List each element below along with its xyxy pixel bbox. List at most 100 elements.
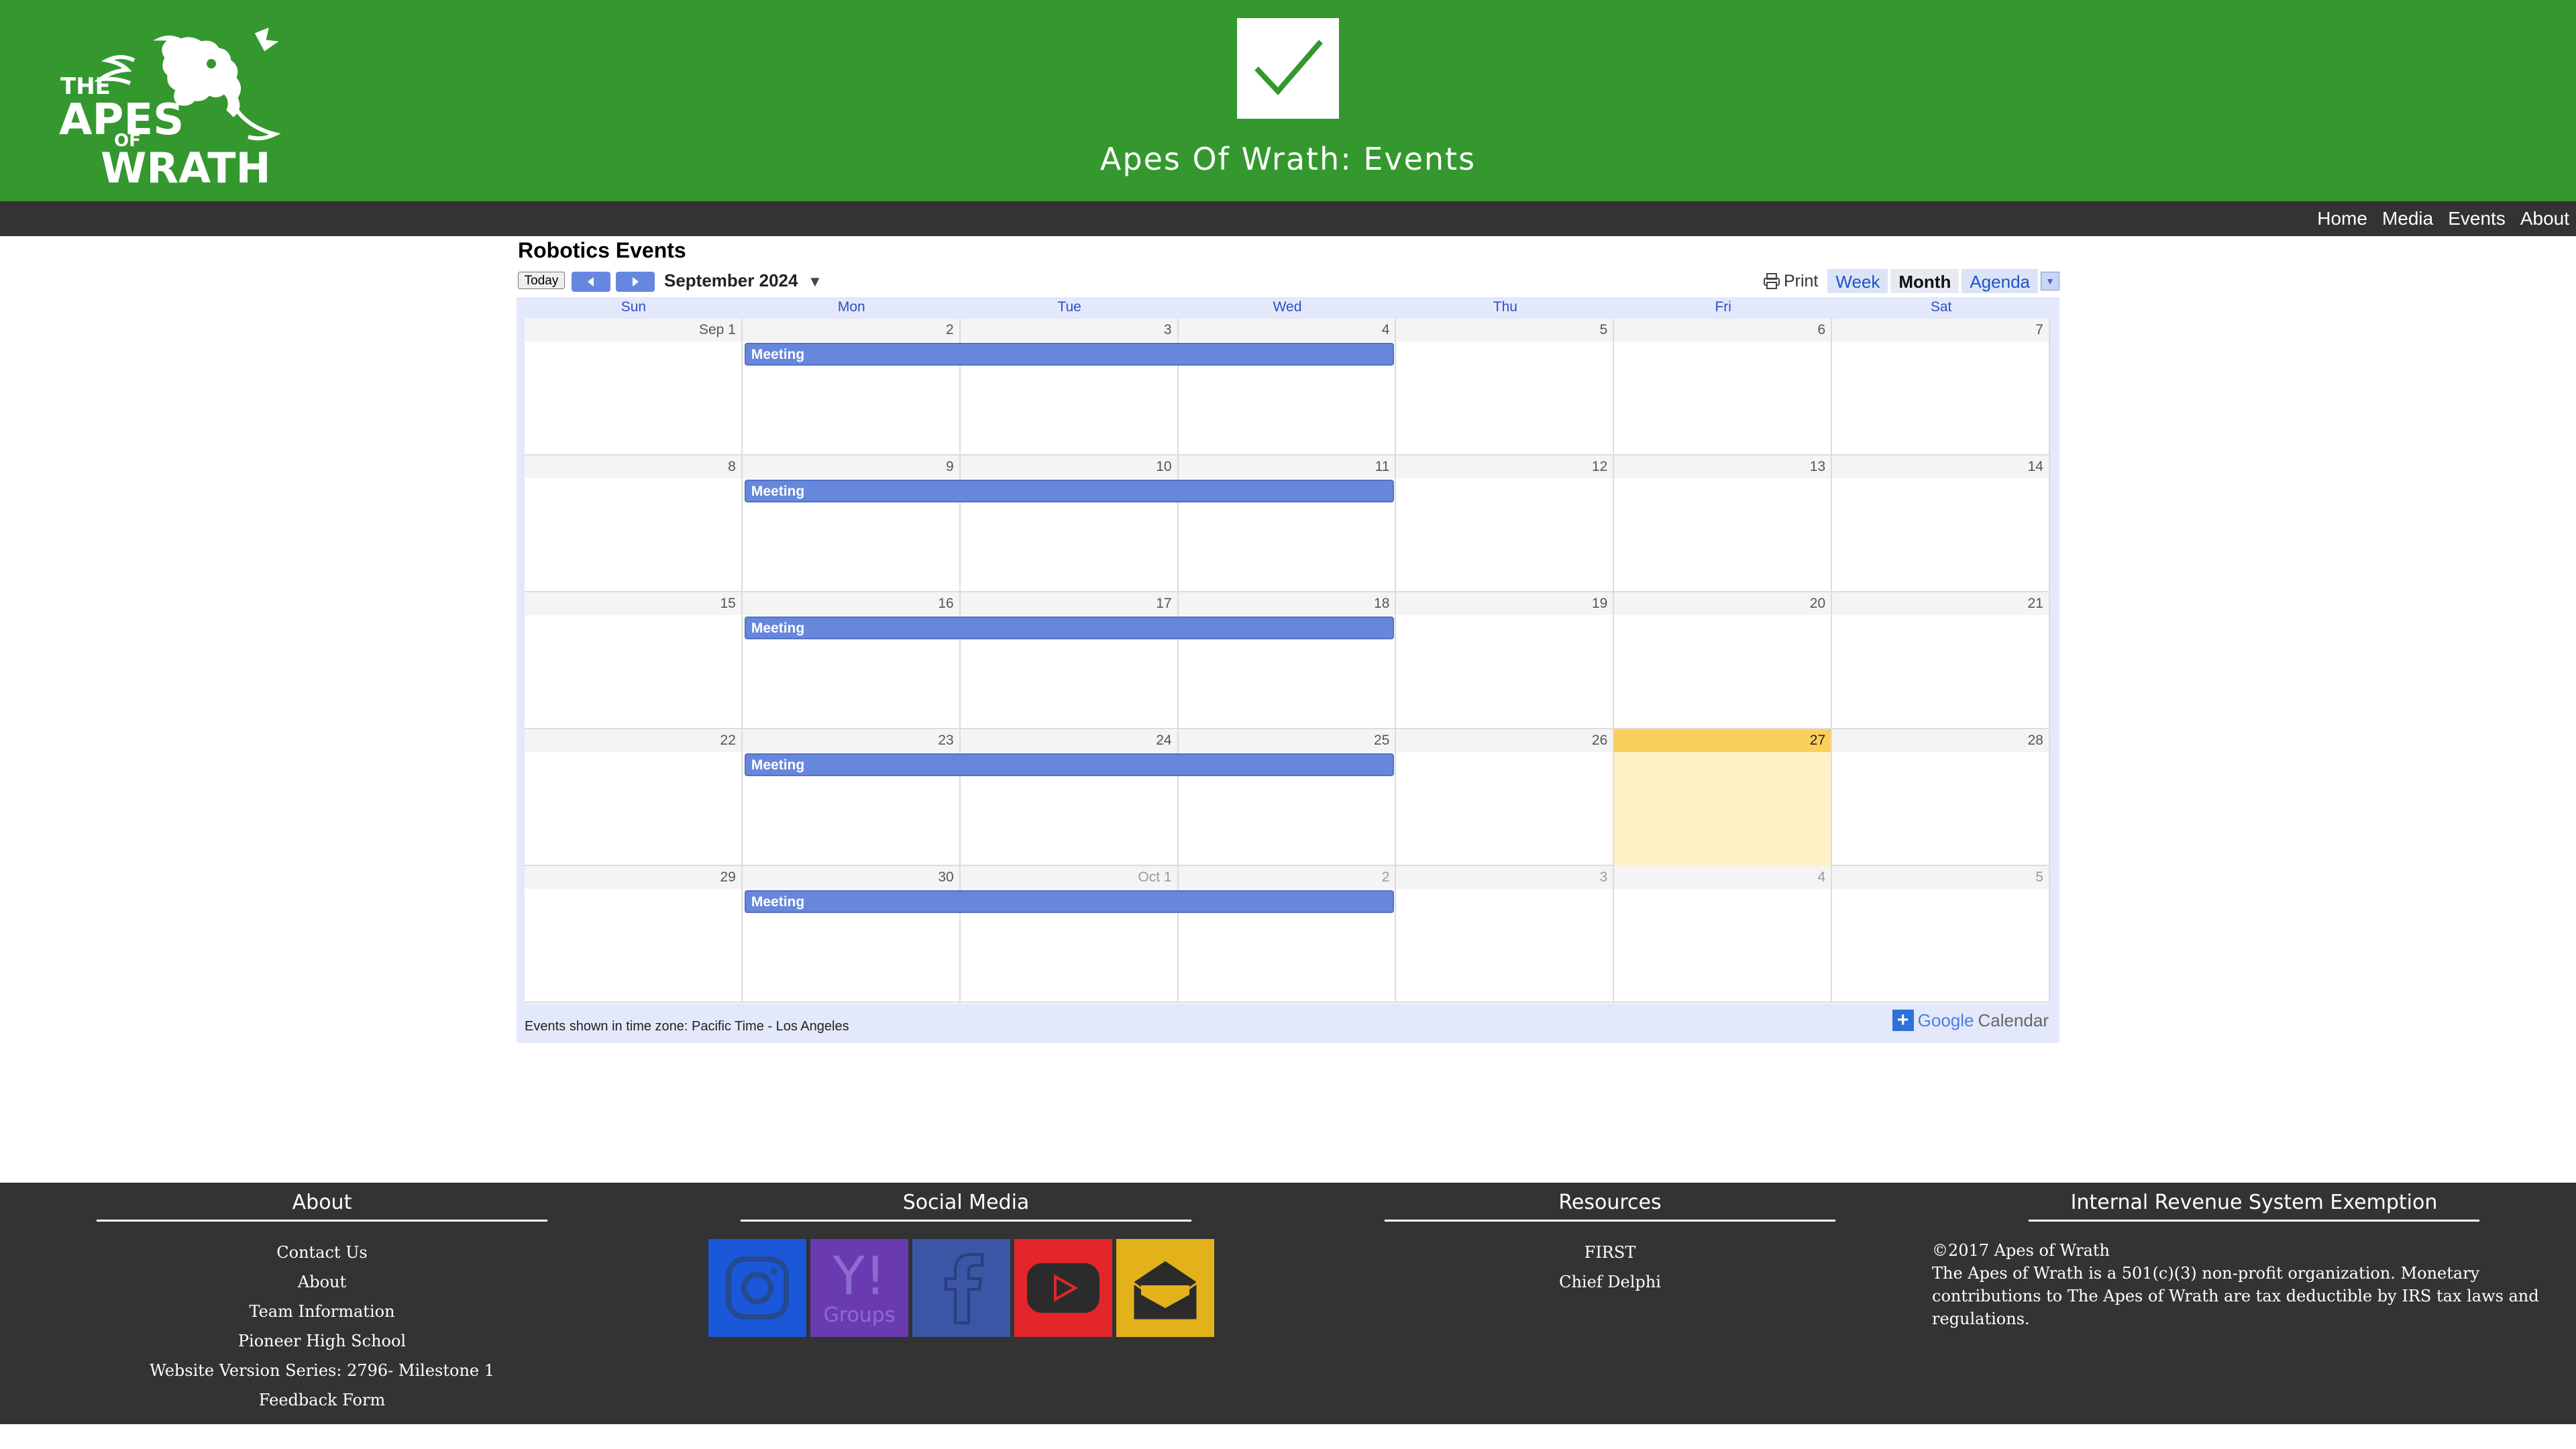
calendar-day-cell[interactable]: 12: [1396, 455, 1615, 592]
calendar-day-cell[interactable]: 25: [1178, 729, 1397, 866]
footer-link-chief-delphi[interactable]: Chief Delphi: [1385, 1267, 1835, 1297]
footer-version: Website Version Series: 2796- Milestone …: [149, 1361, 495, 1380]
calendar-day-cell[interactable]: 20: [1614, 592, 1833, 729]
calendar-day-cell[interactable]: 7: [1832, 319, 2050, 455]
calendar-day-cell[interactable]: 11: [1178, 455, 1397, 592]
instagram-icon[interactable]: [708, 1239, 806, 1337]
footer-link-feedback[interactable]: Feedback Form: [97, 1385, 547, 1415]
calendar-day-cell[interactable]: Sep 1: [525, 319, 743, 455]
day-number: 14: [1832, 455, 2049, 478]
calendar-day-cell[interactable]: 27: [1614, 729, 1833, 866]
calendar-day-cell[interactable]: 9: [742, 455, 961, 592]
today-button[interactable]: Today: [518, 272, 565, 289]
divider: [97, 1220, 547, 1222]
check-icon: [1237, 18, 1339, 119]
weekday-fri: Fri: [1715, 299, 1731, 315]
calendar-day-cell[interactable]: 17: [960, 592, 1179, 729]
calendar-day-cell[interactable]: 18: [1178, 592, 1397, 729]
tab-agenda[interactable]: Agenda: [1962, 269, 2038, 293]
yahoo-groups-icon[interactable]: Y! Groups: [810, 1239, 908, 1337]
view-controls: Print Week Month Agenda ▼: [1762, 269, 2059, 293]
facebook-icon[interactable]: [912, 1239, 1010, 1337]
calendar-day-cell[interactable]: 2: [742, 319, 961, 455]
footer-link-pioneer[interactable]: Pioneer High School: [97, 1326, 547, 1356]
day-number: 24: [960, 729, 1177, 752]
calendar-day-cell[interactable]: 3: [960, 319, 1179, 455]
day-number: 8: [525, 455, 741, 478]
calendar-day-cell[interactable]: 5: [1396, 319, 1615, 455]
tab-week[interactable]: Week: [1827, 269, 1888, 293]
calendar-day-cell[interactable]: 22: [525, 729, 743, 866]
day-number: 15: [525, 592, 741, 615]
calendar-day-cell[interactable]: 23: [742, 729, 961, 866]
day-number: 5: [1832, 866, 2049, 889]
calendar-week: 29 30 Oct 1 2 3 4 5 Meeting: [525, 866, 2050, 1003]
prev-month-button[interactable]: [572, 272, 610, 292]
footer-about: About Contact Us About Team Information …: [97, 1183, 547, 1415]
calendar-day-cell[interactable]: 28: [1832, 729, 2050, 866]
calendar-day-cell[interactable]: 24: [960, 729, 1179, 866]
view-dropdown-icon[interactable]: ▼: [2041, 272, 2059, 290]
calendar-week: 22 23 24 25 26 27 28 Meeting: [525, 729, 2050, 866]
day-number: 23: [742, 729, 959, 752]
day-number: 10: [960, 455, 1177, 478]
footer-link-team-info[interactable]: Team Information: [97, 1297, 547, 1326]
day-number: 16: [742, 592, 959, 615]
nav-home[interactable]: Home: [2317, 208, 2367, 229]
tab-month[interactable]: Month: [1890, 269, 1960, 293]
day-number: Sep 1: [525, 319, 741, 341]
plus-icon: +: [1892, 1009, 1914, 1031]
calendar-day-cell[interactable]: 4: [1614, 866, 1833, 1003]
youtube-icon[interactable]: [1014, 1239, 1112, 1337]
current-month-label[interactable]: September 2024: [664, 270, 798, 291]
footer-link-first[interactable]: FIRST: [1385, 1238, 1835, 1267]
event-meeting[interactable]: Meeting: [744, 890, 1395, 913]
footer-link-contact[interactable]: Contact Us: [97, 1238, 547, 1267]
calendar-day-cell[interactable]: Oct 1: [960, 866, 1179, 1003]
google-calendar-link[interactable]: + Google Calendar: [1892, 1009, 2049, 1031]
calendar-day-cell[interactable]: 8: [525, 455, 743, 592]
calendar-day-cell[interactable]: 4: [1178, 319, 1397, 455]
calendar-day-cell[interactable]: 10: [960, 455, 1179, 592]
calendar-day-cell[interactable]: 21: [1832, 592, 2050, 729]
calendar-day-cell[interactable]: 2: [1178, 866, 1397, 1003]
nav-events[interactable]: Events: [2448, 208, 2506, 229]
calendar-day-cell[interactable]: 14: [1832, 455, 2050, 592]
email-icon[interactable]: [1116, 1239, 1214, 1337]
calendar-day-cell[interactable]: 13: [1614, 455, 1833, 592]
calendar-day-cell[interactable]: 29: [525, 866, 743, 1003]
month-dropdown-icon[interactable]: ▼: [808, 273, 822, 290]
calendar-day-cell[interactable]: 16: [742, 592, 961, 729]
yahoo-text: Y!: [833, 1246, 886, 1307]
day-number: 3: [960, 319, 1177, 341]
event-meeting[interactable]: Meeting: [744, 480, 1395, 502]
next-month-button[interactable]: [616, 272, 655, 292]
footer-link-about[interactable]: About: [97, 1267, 547, 1297]
calendar-day-cell[interactable]: 5: [1832, 866, 2050, 1003]
google-wordmark: Google: [1917, 1010, 1974, 1030]
nav-about[interactable]: About: [2520, 208, 2569, 229]
calendar-day-cell[interactable]: 6: [1614, 319, 1833, 455]
nav-media[interactable]: Media: [2382, 208, 2433, 229]
day-number: 13: [1614, 455, 1831, 478]
day-number: 4: [1614, 866, 1831, 889]
footer-irs: Internal Revenue System Exemption ©2017 …: [1932, 1183, 2539, 1328]
calendar-toolbar: Today September 2024 ▼ Print Week Month …: [518, 269, 2059, 293]
weekday-thu: Thu: [1493, 299, 1517, 315]
footer-social: Social Media Y! Groups: [708, 1183, 1214, 1337]
event-meeting[interactable]: Meeting: [744, 343, 1395, 366]
footer-resources-heading: Resources: [1558, 1191, 1662, 1214]
chevron-left-icon: [588, 277, 594, 286]
event-meeting[interactable]: Meeting: [744, 753, 1395, 776]
day-number: 19: [1396, 592, 1613, 615]
print-button[interactable]: Print: [1762, 272, 1818, 291]
calendar-day-cell[interactable]: 3: [1396, 866, 1615, 1003]
calendar-day-cell[interactable]: 19: [1396, 592, 1615, 729]
day-number: 12: [1396, 455, 1613, 478]
footer-resources: Resources FIRST Chief Delphi: [1385, 1183, 1835, 1297]
day-number: 3: [1396, 866, 1613, 889]
calendar-day-cell[interactable]: 30: [742, 866, 961, 1003]
calendar-day-cell[interactable]: 15: [525, 592, 743, 729]
calendar-day-cell[interactable]: 26: [1396, 729, 1615, 866]
event-meeting[interactable]: Meeting: [744, 616, 1395, 639]
